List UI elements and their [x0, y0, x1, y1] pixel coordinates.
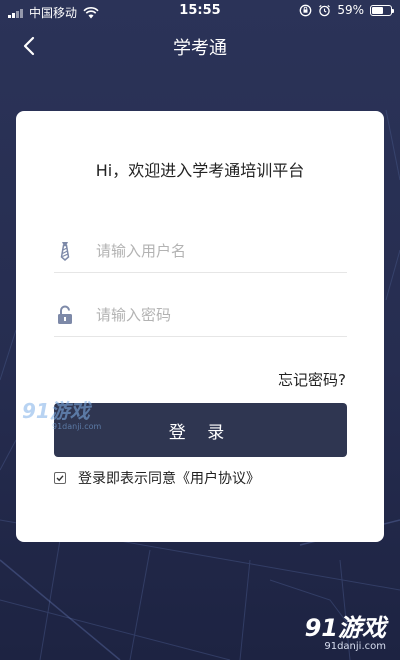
navigation-bar: 学考通 — [0, 24, 400, 68]
status-bar: 中国移动 15:55 59% — [0, 0, 400, 24]
status-bar-right: 59% — [299, 3, 394, 17]
forgot-password-link[interactable]: 忘记密码? — [278, 369, 346, 390]
page-title: 学考通 — [173, 38, 227, 59]
agreement-text: 登录即表示同意 — [78, 471, 176, 487]
checkmark-icon — [56, 475, 64, 482]
watermark-logo: 91游戏 — [22, 399, 90, 423]
agreement-row: 登录即表示同意 《用户协议》 — [54, 468, 260, 488]
watermark-small: 91游戏 91danji.com — [22, 395, 101, 431]
password-field — [54, 293, 347, 337]
welcome-message: Hi，欢迎进入学考通培训平台 — [95, 161, 305, 180]
watermark-large: 91游戏 91danji.com — [305, 608, 386, 652]
login-screen: 中国移动 15:55 59% 学考通 Hi，欢迎进入学考通培训平台 请输入用户名… — [0, 0, 400, 660]
user-agreement-link[interactable]: 《用户协议》 — [176, 468, 260, 488]
battery-icon — [370, 4, 394, 16]
password-input[interactable] — [96, 305, 336, 324]
login-card: Hi，欢迎进入学考通培训平台 忘记密码? 登 录 — [16, 111, 384, 542]
alarm-icon — [319, 4, 331, 16]
user-tie-icon — [54, 240, 76, 262]
battery-percent: 59% — [337, 3, 364, 17]
watermark-logo-large: 91游戏 — [304, 614, 386, 642]
username-input[interactable] — [96, 241, 336, 260]
username-field — [54, 229, 347, 273]
agreement-checkbox[interactable] — [54, 472, 66, 484]
orientation-lock-icon — [299, 4, 312, 16]
unlock-icon — [54, 304, 76, 326]
